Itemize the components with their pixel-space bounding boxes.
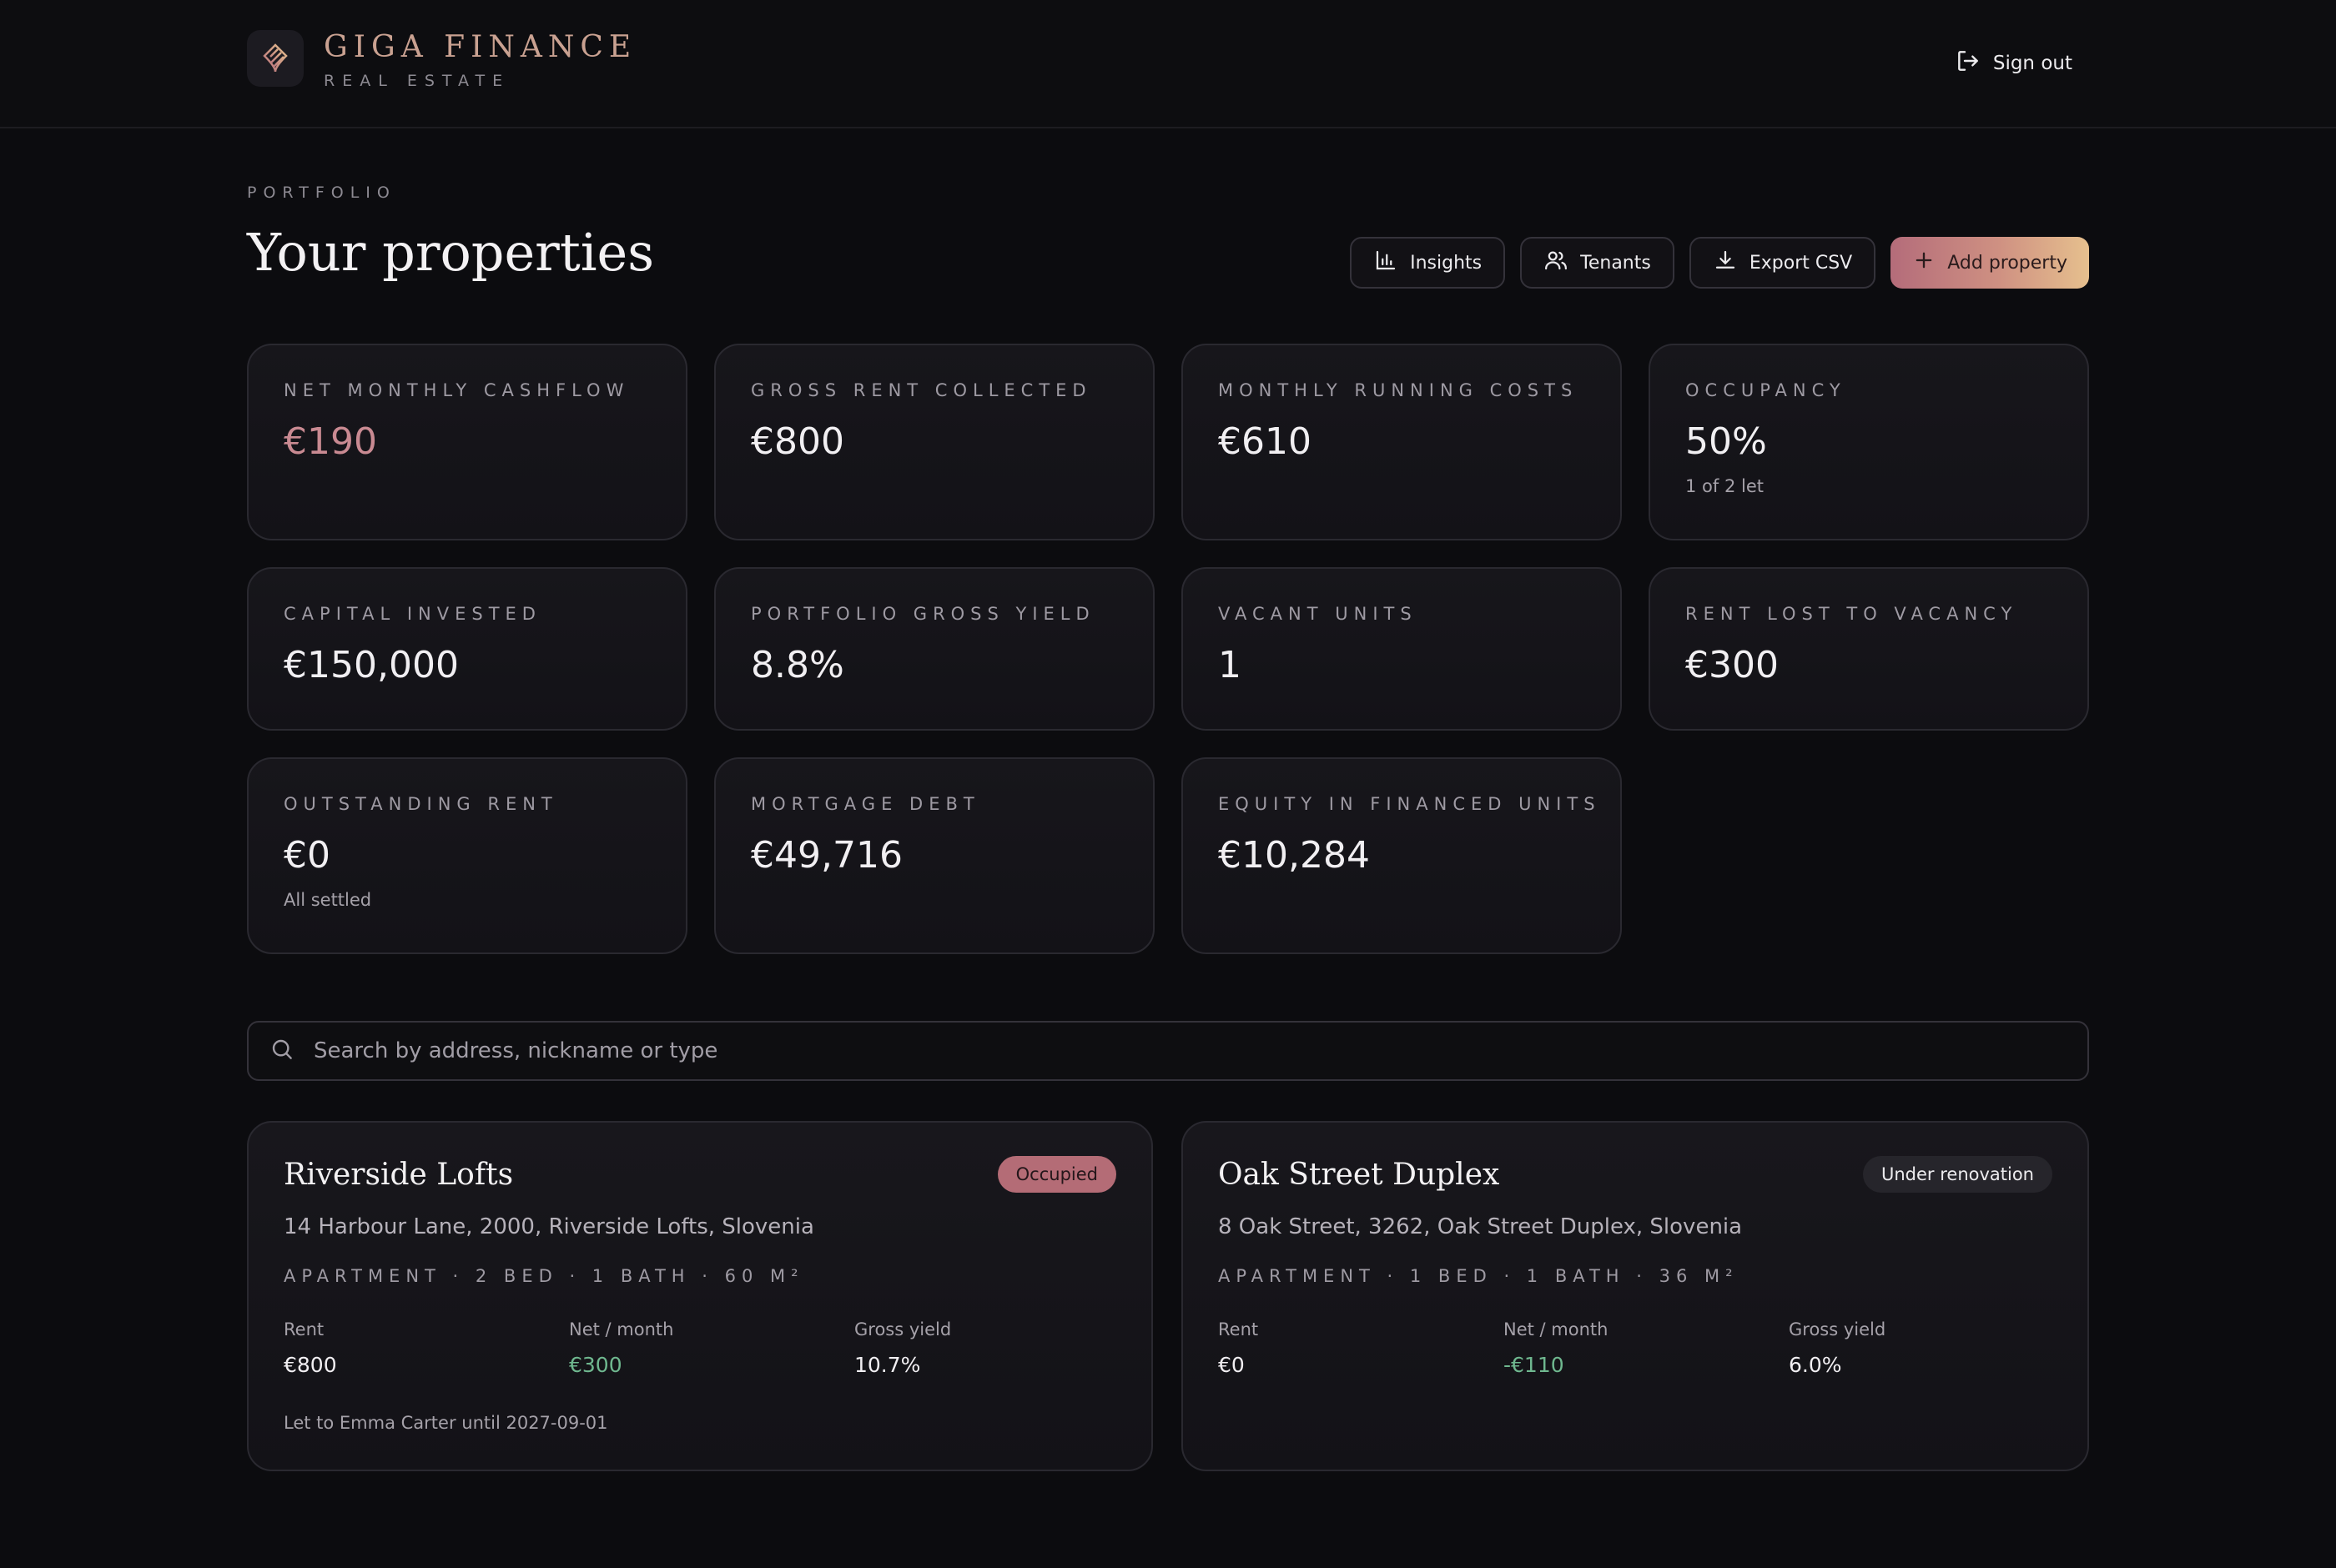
stat-card-net-cashflow: NET MONTHLY CASHFLOW €190 [247,344,687,540]
stat-value: €10,284 [1218,834,1370,877]
metric-label: Net / month [569,1319,674,1339]
stat-label: GROSS RENT COLLECTED [751,380,1092,400]
stat-sub: All settled [284,890,372,910]
status-badge: Occupied [997,1156,1116,1193]
insights-button[interactable]: Insights [1350,237,1506,289]
stat-card-rent-lost: RENT LOST TO VACANCY €300 [1649,567,2089,731]
insights-label: Insights [1410,252,1483,274]
stat-label: OUTSTANDING RENT [284,794,558,814]
sign-out-button[interactable]: Sign out [1955,47,2072,80]
metric-value: €800 [284,1353,337,1377]
toolbar-actions: Insights Tenants Export CSV Add property [1350,237,2089,289]
logo-icon [247,30,304,87]
stat-label: NET MONTHLY CASHFLOW [284,380,630,400]
search-icon [269,1036,295,1066]
stat-card-outstanding-rent: OUTSTANDING RENT €0 All settled [247,757,687,954]
search-input[interactable] [312,1038,2026,1064]
stat-value: €610 [1218,420,1311,463]
metric-value: €0 [1218,1353,1245,1377]
stat-label: MORTGAGE DEBT [751,794,980,814]
bar-chart-icon [1373,248,1398,278]
stat-card-mortgage-debt: MORTGAGE DEBT €49,716 [714,757,1155,954]
brand-name: GIGA FINANCE [324,30,637,64]
metric-gross-yield: Gross yield 10.7% [854,1319,951,1377]
stat-value: 50% [1685,420,1767,463]
metric-label: Gross yield [1789,1319,1886,1339]
metric-value: €300 [569,1353,622,1377]
property-card[interactable]: Riverside Lofts Occupied 14 Harbour Lane… [247,1121,1153,1471]
stat-label: RENT LOST TO VACANCY [1685,604,2018,624]
page-title: Your properties [247,222,655,283]
export-csv-label: Export CSV [1749,252,1853,274]
metric-gross-yield: Gross yield 6.0% [1789,1319,1885,1377]
stat-value: €150,000 [284,644,459,686]
metric-label: Rent [284,1319,325,1339]
search-bar [247,1021,2089,1081]
add-property-label: Add property [1947,252,2067,274]
property-spec: APARTMENT · 2 BED · 1 BATH · 60 M² [284,1266,804,1286]
export-csv-button[interactable]: Export CSV [1689,237,1876,289]
stat-value: 8.8% [751,644,844,686]
property-card[interactable]: Oak Street Duplex Under renovation 8 Oak… [1181,1121,2089,1471]
sign-out-icon [1955,48,1981,79]
users-icon [1543,248,1568,278]
tenants-label: Tenants [1580,252,1651,274]
status-badge: Under renovation [1862,1156,2052,1193]
property-name: Oak Street Duplex [1218,1158,1500,1192]
metric-value: 10.7% [854,1353,921,1377]
property-address: 8 Oak Street, 3262, Oak Street Duplex, S… [1218,1214,1743,1239]
metric-label: Net / month [1503,1319,1609,1339]
metric-value: -€110 [1503,1353,1564,1377]
stat-label: OCCUPANCY [1685,380,1846,400]
stat-value: €800 [751,420,844,463]
stat-label: VACANT UNITS [1218,604,1417,624]
stat-label: MONTHLY RUNNING COSTS [1218,380,1578,400]
add-property-button[interactable]: Add property [1890,237,2089,289]
property-address: 14 Harbour Lane, 2000, Riverside Lofts, … [284,1214,814,1239]
top-bar: GIGA FINANCE REAL ESTATE Sign out [0,0,2336,128]
stat-card-running-costs: MONTHLY RUNNING COSTS €610 [1181,344,1622,540]
stat-card-capital-invested: CAPITAL INVESTED €150,000 [247,567,687,731]
metric-label: Rent [1218,1319,1259,1339]
stat-value: €49,716 [751,834,903,877]
tenants-button[interactable]: Tenants [1520,237,1674,289]
sign-out-label: Sign out [1992,53,2072,74]
property-name: Riverside Lofts [284,1158,514,1192]
metric-rent: Rent €800 [284,1319,337,1377]
stat-label: PORTFOLIO GROSS YIELD [751,604,1095,624]
stat-card-occupancy: OCCUPANCY 50% 1 of 2 let [1649,344,2089,540]
stat-card-gross-yield: PORTFOLIO GROSS YIELD 8.8% [714,567,1155,731]
tenancy-note: Let to Emma Carter until 2027-09-01 [284,1413,608,1433]
stat-card-vacant-units: VACANT UNITS 1 [1181,567,1622,731]
stat-value: €190 [284,420,377,463]
stat-label: EQUITY IN FINANCED UNITS [1218,794,1601,814]
stat-card-equity: EQUITY IN FINANCED UNITS €10,284 [1181,757,1622,954]
property-spec: APARTMENT · 1 BED · 1 BATH · 36 M² [1218,1266,1739,1286]
brand-tagline: REAL ESTATE [324,72,511,90]
stat-value: 1 [1218,644,1241,686]
stat-value: €300 [1685,644,1779,686]
metric-rent: Rent €0 [1218,1319,1258,1377]
download-icon [1713,248,1738,278]
stat-label: CAPITAL INVESTED [284,604,541,624]
metric-value: 6.0% [1789,1353,1842,1377]
metric-net-month: Net / month -€110 [1503,1319,1608,1377]
stat-value: €0 [284,834,330,877]
stat-sub: 1 of 2 let [1685,476,1764,496]
stat-card-gross-rent: GROSS RENT COLLECTED €800 [714,344,1155,540]
section-eyebrow: PORTFOLIO [247,183,396,202]
metric-net-month: Net / month €300 [569,1319,673,1377]
plus-icon [1912,249,1936,277]
metric-label: Gross yield [854,1319,952,1339]
